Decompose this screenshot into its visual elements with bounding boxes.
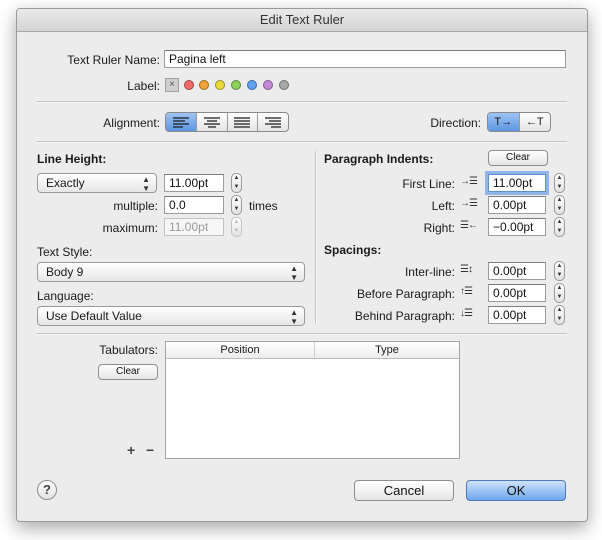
line-height-stepper[interactable]: ▲ ▼ [231,173,242,193]
ok-button[interactable]: OK [466,480,566,501]
tabulators-clear-button[interactable]: Clear [98,364,158,380]
add-tabulator-button[interactable]: + [127,442,135,458]
label-color-gray[interactable] [279,80,289,90]
window-title: Edit Text Ruler [17,9,587,32]
inter-line-input[interactable] [488,262,546,280]
alignment-segmented-control [165,112,289,132]
inter-line-label: Inter-line: [404,265,455,279]
line-height-value-input[interactable] [164,174,224,192]
inter-line-spacing-icon: ☰↕ [460,264,473,275]
separator [37,333,567,335]
right-indent-stepper[interactable]: ▲ ▼ [554,217,565,237]
language-popup[interactable]: Use Default Value ▲ ▼ [37,306,305,326]
text-style-popup[interactable]: Body 9 ▲ ▼ [37,262,305,282]
left-indent-stepper[interactable]: ▲ ▼ [554,195,565,215]
first-line-stepper[interactable]: ▲ ▼ [554,173,565,193]
label-color-red[interactable] [184,80,194,90]
indents-clear-button[interactable]: Clear [488,150,548,166]
multiple-label: multiple: [113,199,158,213]
align-justify-icon[interactable] [228,113,259,131]
line-height-section-label: Line Height: [37,152,107,166]
separator [37,141,567,143]
before-paragraph-label: Before Paragraph: [356,287,455,301]
align-left-icon[interactable] [166,113,197,131]
language-value: Use Default Value [46,309,142,323]
right-indent-icon: ☰← [460,220,478,231]
right-indent-label: Right: [423,221,455,235]
label-color-green[interactable] [231,80,241,90]
tabulators-label: Tabulators: [99,343,158,357]
column-header-position[interactable]: Position [166,342,315,358]
popup-arrows-icon: ▲ ▼ [142,175,150,193]
multiple-stepper[interactable]: ▲ ▼ [231,195,242,215]
separator [37,101,567,103]
label-color-purple[interactable] [263,80,273,90]
maximum-stepper: ▲ ▼ [231,217,242,237]
label-color-orange[interactable] [199,80,209,90]
paragraph-indents-section-label: Paragraph Indents: [324,152,434,166]
align-right-icon[interactable] [258,113,288,131]
before-paragraph-input[interactable] [488,284,546,302]
right-to-left-icon[interactable]: ←T [520,113,551,131]
maximum-label: maximum: [102,221,158,235]
label-color-yellow[interactable] [215,80,225,90]
left-to-right-icon[interactable]: T→ [488,113,520,131]
popup-arrows-icon: ▲ ▼ [290,308,298,326]
times-label: times [249,199,278,213]
right-indent-input[interactable] [488,218,546,236]
edit-text-ruler-dialog: Edit Text Ruler Text Ruler Name: Label: … [16,8,588,522]
first-line-indent-icon: →☰ [460,176,478,187]
ruler-name-input[interactable] [164,50,566,68]
multiple-input[interactable] [164,196,224,214]
behind-paragraph-icon: ↓☰ [460,308,473,319]
line-height-mode-value: Exactly [46,176,85,190]
remove-tabulator-button[interactable]: − [146,442,154,458]
direction-segmented-control: T→ ←T [487,112,551,132]
behind-paragraph-input[interactable] [488,306,546,324]
first-line-label: First Line: [402,177,455,191]
line-height-mode-popup[interactable]: Exactly ▲ ▼ [37,173,157,193]
text-style-label: Text Style: [37,245,93,259]
behind-paragraph-stepper[interactable]: ▲ ▼ [554,305,565,325]
spacings-section-label: Spacings: [324,243,382,257]
left-indent-label: Left: [431,199,455,213]
help-button[interactable]: ? [37,480,57,500]
text-style-value: Body 9 [46,265,84,279]
behind-paragraph-label: Behind Paragraph: [354,309,455,323]
before-paragraph-icon: ↑☰ [460,286,473,297]
first-line-input[interactable] [488,174,546,192]
language-label: Language: [37,289,94,303]
align-center-icon[interactable] [197,113,228,131]
left-indent-input[interactable] [488,196,546,214]
maximum-input [164,218,224,236]
label-clear-icon[interactable]: × [165,78,179,92]
popup-arrows-icon: ▲ ▼ [290,264,298,282]
label-label: Label: [127,79,160,93]
before-paragraph-stepper[interactable]: ▲ ▼ [554,283,565,303]
cancel-button[interactable]: Cancel [354,480,454,501]
ruler-name-label: Text Ruler Name: [67,53,160,67]
column-header-type[interactable]: Type [315,342,459,358]
tabulators-table[interactable]: Position Type [165,341,460,459]
label-color-blue[interactable] [247,80,257,90]
alignment-label: Alignment: [103,116,160,130]
left-indent-icon: →☰ [460,198,478,209]
inter-line-stepper[interactable]: ▲ ▼ [554,261,565,281]
tabulators-table-header: Position Type [166,342,459,359]
direction-label: Direction: [430,116,481,130]
